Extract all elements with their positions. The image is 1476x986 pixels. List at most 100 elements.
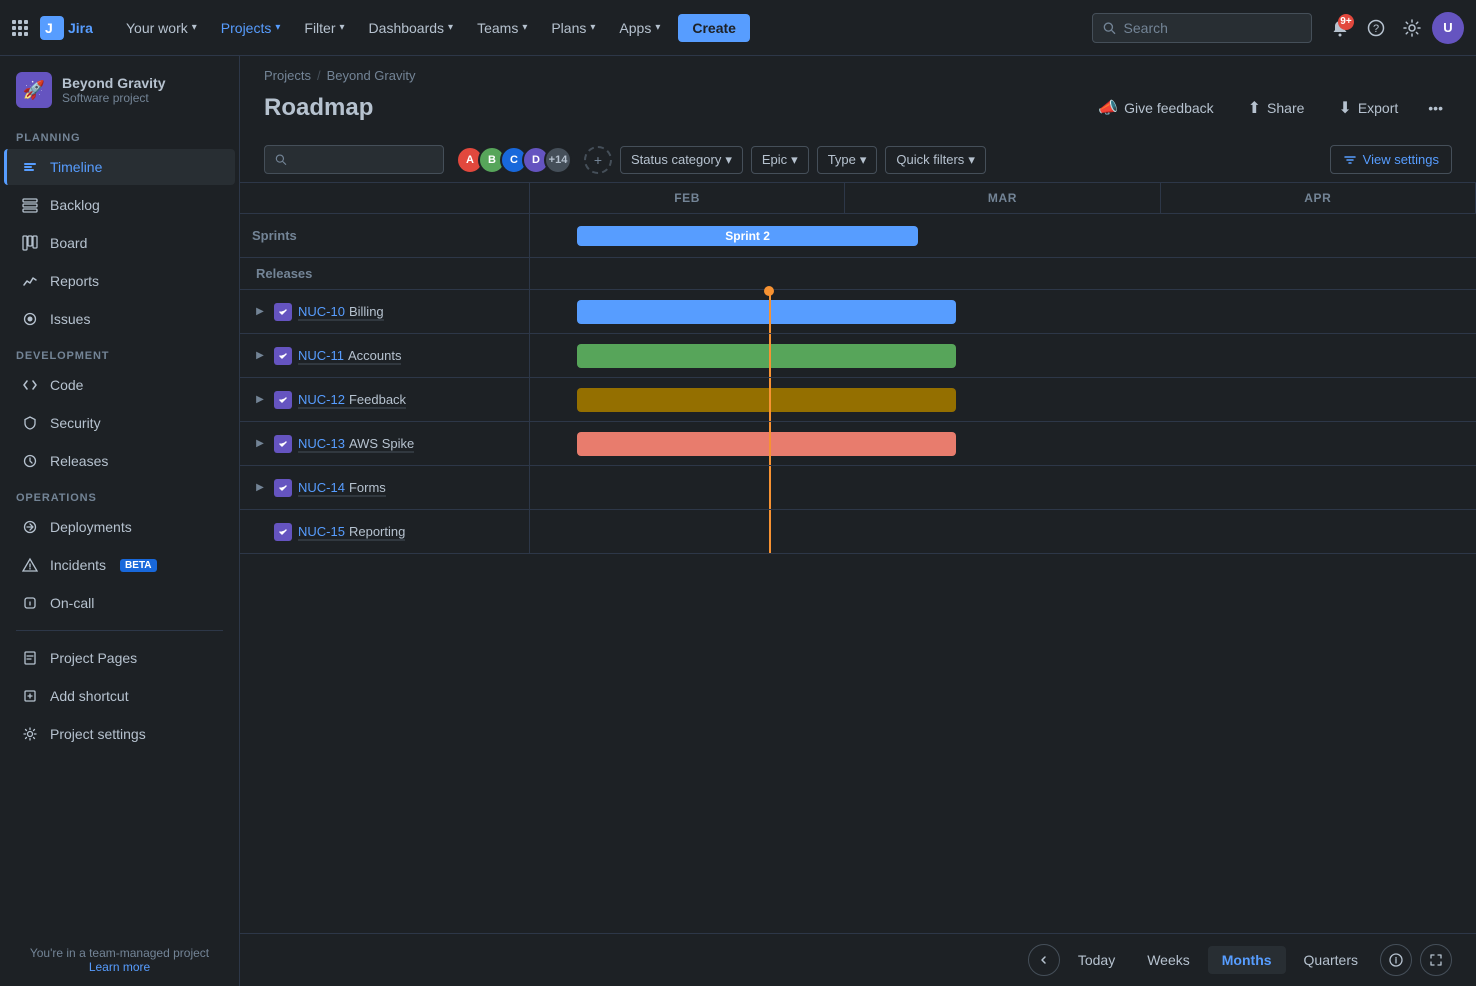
- sidebar-item-board[interactable]: Board: [4, 225, 235, 261]
- chevron-down-icon: ▾: [192, 22, 197, 33]
- roadmap-body: Sprints Sprint 2 Releases: [240, 214, 1476, 933]
- chevron-down-icon: ▾: [522, 22, 527, 33]
- sidebar-item-backlog[interactable]: Backlog: [4, 187, 235, 223]
- chevron-down-icon: ▾: [968, 152, 975, 168]
- today-button[interactable]: Today: [1064, 946, 1129, 974]
- months-button[interactable]: Months: [1208, 946, 1286, 974]
- toolbar-search[interactable]: [264, 145, 444, 174]
- table-row: ▶ NUC-10 Billing: [240, 290, 1476, 334]
- deployments-icon: [20, 517, 40, 537]
- add-shortcut-icon: [20, 686, 40, 706]
- issue-id[interactable]: NUC-12: [298, 392, 345, 407]
- sidebar-item-label: Project settings: [50, 726, 146, 742]
- expand-button[interactable]: ▶: [252, 348, 268, 364]
- sidebar-item-code[interactable]: Code: [4, 367, 235, 403]
- user-avatar[interactable]: U: [1432, 12, 1464, 44]
- issue-id[interactable]: NUC-13: [298, 436, 345, 451]
- view-settings-button[interactable]: View settings: [1330, 145, 1452, 174]
- chevron-left-icon: [1038, 954, 1050, 966]
- issue-label-nuc15: ▶ NUC-15 Reporting: [240, 510, 530, 553]
- learn-more-link[interactable]: Learn more: [89, 960, 150, 974]
- export-button[interactable]: ⬇ Export: [1325, 91, 1411, 125]
- sidebar-item-label: Deployments: [50, 519, 132, 535]
- add-person-button[interactable]: +: [584, 146, 612, 174]
- notifications-button[interactable]: 9+: [1324, 12, 1356, 44]
- search-input[interactable]: [1124, 20, 1301, 36]
- sidebar-item-reports[interactable]: Reports: [4, 263, 235, 299]
- sidebar-item-incidents[interactable]: Incidents BETA: [4, 547, 235, 583]
- weeks-button[interactable]: Weeks: [1133, 946, 1204, 974]
- give-feedback-button[interactable]: 📣 Give feedback: [1085, 91, 1226, 125]
- fullscreen-button[interactable]: [1420, 944, 1452, 976]
- issue-name: Feedback: [349, 392, 406, 407]
- share-button[interactable]: ⬆ Share: [1235, 91, 1318, 125]
- sprint-bar[interactable]: Sprint 2: [577, 226, 918, 246]
- issue-name: AWS Spike: [349, 436, 414, 451]
- issue-id[interactable]: NUC-14: [298, 480, 345, 495]
- quick-filters[interactable]: Quick filters ▾: [885, 146, 985, 174]
- view-settings-icon: [1343, 153, 1357, 167]
- more-icon: •••: [1428, 100, 1443, 116]
- type-filter[interactable]: Type ▾: [817, 146, 878, 174]
- status-category-filter[interactable]: Status category ▾: [620, 146, 743, 174]
- planning-section-label: PLANNING: [0, 120, 239, 148]
- search-bar[interactable]: [1092, 13, 1312, 43]
- sidebar-item-project-settings[interactable]: Project settings: [4, 716, 235, 752]
- sidebar-item-releases[interactable]: Releases: [4, 443, 235, 479]
- sidebar-item-timeline[interactable]: Timeline: [4, 149, 235, 185]
- breadcrumb-project[interactable]: Beyond Gravity: [327, 68, 416, 83]
- issue-name: Billing: [349, 304, 384, 319]
- breadcrumb-projects[interactable]: Projects: [264, 68, 311, 83]
- create-button[interactable]: Create: [678, 14, 750, 42]
- backlog-icon: [20, 195, 40, 215]
- issue-id[interactable]: NUC-11: [298, 348, 344, 363]
- prev-nav-button[interactable]: [1028, 944, 1060, 976]
- sprints-label-cell: Sprints: [240, 214, 530, 257]
- quarters-button[interactable]: Quarters: [1290, 946, 1372, 974]
- sidebar-item-security[interactable]: Security: [4, 405, 235, 441]
- sidebar: 🚀 Beyond Gravity Software project PLANNI…: [0, 56, 240, 986]
- app-switcher-icon[interactable]: [12, 20, 28, 36]
- jira-logo[interactable]: J Jira: [32, 16, 108, 40]
- nav-filter[interactable]: Filter ▾: [294, 14, 354, 42]
- settings-button[interactable]: [1396, 12, 1428, 44]
- sidebar-item-issues[interactable]: Issues: [4, 301, 235, 337]
- epic-filter[interactable]: Epic ▾: [751, 146, 809, 174]
- nav-projects[interactable]: Projects ▾: [211, 14, 291, 42]
- table-row: ▶ NUC-12 Feedback: [240, 378, 1476, 422]
- help-button[interactable]: ?: [1360, 12, 1392, 44]
- sidebar-item-project-pages[interactable]: Project Pages: [4, 640, 235, 676]
- issue-type-icon: [274, 523, 292, 541]
- gantt-bar-nuc10[interactable]: [577, 300, 955, 324]
- toolbar-search-input[interactable]: [293, 152, 433, 167]
- page-title: Roadmap: [264, 94, 373, 122]
- gantt-bar-nuc12[interactable]: [577, 388, 955, 412]
- sidebar-divider: [16, 630, 223, 631]
- expand-button[interactable]: ▶: [252, 436, 268, 452]
- gantt-bar-nuc11[interactable]: [577, 344, 955, 368]
- nav-dashboards[interactable]: Dashboards ▾: [359, 14, 464, 42]
- expand-button[interactable]: ▶: [252, 304, 268, 320]
- nav-teams[interactable]: Teams ▾: [467, 14, 537, 42]
- sidebar-item-label: Board: [50, 235, 87, 251]
- issue-id[interactable]: NUC-15: [298, 524, 345, 539]
- nav-your-work[interactable]: Your work ▾: [116, 14, 207, 42]
- table-row: ▶ NUC-13 AWS Spike: [240, 422, 1476, 466]
- issue-gantt-nuc15: [530, 510, 1476, 553]
- expand-button[interactable]: ▶: [252, 392, 268, 408]
- info-button[interactable]: [1380, 944, 1412, 976]
- sidebar-item-deployments[interactable]: Deployments: [4, 509, 235, 545]
- sidebar-item-oncall[interactable]: On-call: [4, 585, 235, 621]
- issue-id[interactable]: NUC-10: [298, 304, 345, 319]
- expand-button[interactable]: ▶: [252, 480, 268, 496]
- today-line: [769, 510, 771, 553]
- more-options-button[interactable]: •••: [1419, 93, 1452, 123]
- page-header: Roadmap 📣 Give feedback ⬆ Share ⬇ Export…: [240, 83, 1476, 137]
- project-settings-icon: [20, 724, 40, 744]
- share-icon: ⬆: [1248, 98, 1261, 118]
- oncall-icon: [20, 593, 40, 613]
- nav-plans[interactable]: Plans ▾: [541, 14, 605, 42]
- gantt-bar-nuc13[interactable]: [577, 432, 955, 456]
- sidebar-item-add-shortcut[interactable]: Add shortcut: [4, 678, 235, 714]
- nav-apps[interactable]: Apps ▾: [609, 14, 670, 42]
